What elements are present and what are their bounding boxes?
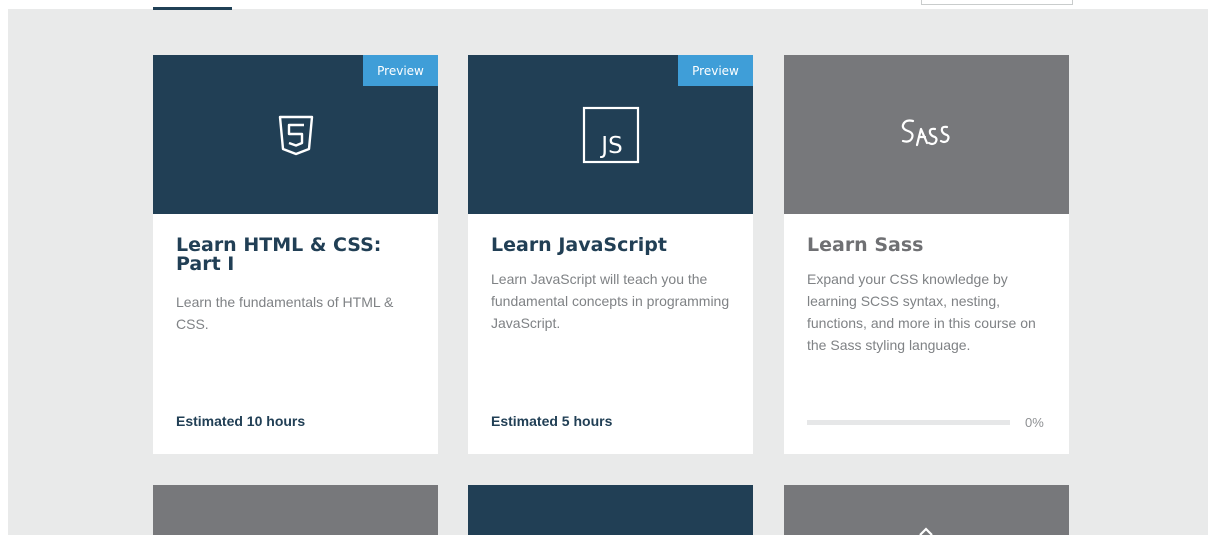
search-input[interactable] bbox=[921, 0, 1073, 5]
course-title[interactable]: Learn Sass bbox=[807, 236, 1057, 255]
course-logo-icon-partial bbox=[919, 527, 933, 535]
course-progress-label: 0% bbox=[1025, 415, 1044, 430]
course-card-html-css[interactable]: Preview Learn HTML & CSS: Part I Learn t… bbox=[153, 55, 438, 454]
course-card-sass[interactable]: Learn Sass Expand your CSS knowledge by … bbox=[784, 55, 1069, 454]
course-description: Expand your CSS knowledge by learning SC… bbox=[807, 271, 1036, 353]
course-estimate: Estimated 5 hours bbox=[491, 413, 613, 429]
course-description: Learn the fundamentals of HTML & CSS. bbox=[176, 294, 394, 332]
course-title[interactable]: Learn HTML & CSS: Part I bbox=[176, 236, 426, 274]
course-card-media bbox=[784, 55, 1069, 214]
course-card-media: Preview bbox=[153, 55, 438, 214]
course-description: Learn JavaScript will teach you the fund… bbox=[491, 271, 730, 331]
javascript-logo-icon: JS bbox=[582, 106, 639, 163]
course-estimate: Estimated 10 hours bbox=[176, 413, 306, 429]
course-card-partial[interactable] bbox=[153, 485, 438, 535]
course-card-partial[interactable] bbox=[468, 485, 753, 535]
javascript-logo-text: JS bbox=[599, 133, 622, 159]
course-card-media: JS Preview bbox=[468, 55, 753, 214]
course-card-javascript[interactable]: JS Preview Learn JavaScript Learn JavaSc… bbox=[468, 55, 753, 454]
course-card-partial[interactable] bbox=[784, 485, 1069, 535]
html5-shield-icon bbox=[278, 115, 313, 155]
preview-badge[interactable]: Preview bbox=[363, 55, 438, 86]
course-progress-bar bbox=[807, 420, 1010, 425]
preview-badge[interactable]: Preview bbox=[678, 55, 753, 86]
active-tab-indicator bbox=[153, 7, 232, 10]
course-title[interactable]: Learn JavaScript bbox=[491, 236, 741, 255]
sass-logo-icon bbox=[901, 118, 950, 146]
